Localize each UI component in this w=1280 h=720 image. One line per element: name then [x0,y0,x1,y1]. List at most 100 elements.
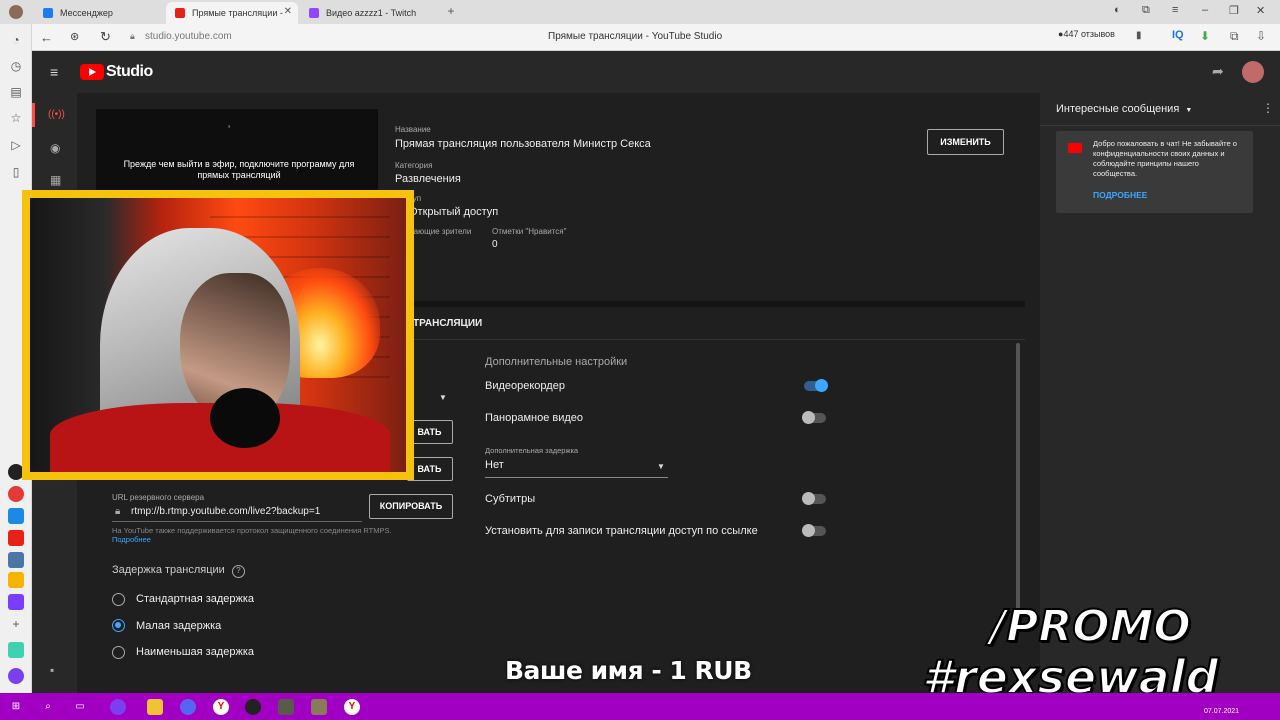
browser-tab-bar: Мессенджер Прямые трансляции - ✕ Видео a… [0,0,1280,24]
youtube-icon [1068,143,1082,153]
latency-low-radio[interactable] [112,619,125,632]
category-label: Категория [395,161,433,170]
360-video-label: Панорамное видео [485,412,584,424]
window-controls: ◐ ⧉ ≡ – ❐ ✕ [1110,4,1270,20]
windows-taskbar: ⊞ ⌕ ▭ Y Y 07.07.2021 [0,693,1280,720]
discord-icon[interactable] [180,699,196,715]
reviews-badge[interactable]: ●447 отзывов [1058,29,1115,39]
clock-date: 07.07.2021 [1204,708,1240,715]
stream-live-icon[interactable]: ((•)) [48,109,65,120]
more-link[interactable]: Подробнее [112,535,151,544]
bookmark-panel-icon[interactable]: ⧉ [1142,4,1150,17]
task-view-icon[interactable]: ▭ [72,699,88,715]
dropdown-arrow-icon[interactable]: ▼ [439,393,447,402]
latency-ultralow-radio[interactable] [112,646,125,659]
messenger-app-icon[interactable] [8,594,24,610]
download-extension-icon[interactable]: ⬇ [1200,29,1210,43]
main-scrollbar[interactable] [1016,343,1020,623]
dvr-toggle[interactable] [804,379,828,392]
chat-more-link[interactable]: ПОДРОБНЕЕ [1093,190,1147,200]
lock-icon: 🔒︎ [130,31,135,41]
collections-icon[interactable]: ▤ [8,84,24,100]
minimize-icon[interactable]: – [1202,4,1208,16]
yandex-browser-icon[interactable]: Y [213,699,229,715]
extra-settings-title: Дополнительные настройки [485,356,628,368]
backup-url-value[interactable]: rtmp://b.rtmp.youtube.com/live2?backup=1 [131,506,320,517]
yandex-taskbar-icon[interactable]: Y [344,699,360,715]
copy-backup-button[interactable]: КОПИРОВАТЬ [369,494,453,519]
music-app-icon[interactable] [8,642,24,658]
unlisted-label: Установить для записи трансляции доступ … [485,525,758,537]
tab-messenger[interactable]: Мессенджер [34,2,164,24]
caret-down-icon: ▼ [1185,107,1193,114]
obs-taskbar-icon[interactable] [245,699,261,715]
alice-app-icon[interactable] [8,668,24,684]
delay-select[interactable]: Нет [485,459,504,471]
calendar-icon[interactable]: ▦ [50,173,61,187]
edit-button[interactable]: ИЗМЕНИТЬ [927,129,1004,155]
hamburger-menu-icon[interactable]: ≡ [50,64,58,80]
studio-logo-text: Studio [106,63,153,80]
close-tab-icon[interactable]: ✕ [284,6,292,17]
app-icon-2[interactable] [311,699,327,715]
subtitles-toggle[interactable] [802,492,826,505]
webcam-overlay [22,190,414,480]
latency-standard-radio[interactable] [112,593,125,606]
tab-twitch[interactable]: Видео azzzz1 - Twitch [300,2,440,24]
delay-chevron-down-icon[interactable]: ▼ [657,462,665,471]
alice-taskbar-icon[interactable] [110,699,126,715]
close-window-icon[interactable]: ✕ [1256,4,1265,17]
maximize-icon[interactable]: ❐ [1229,4,1239,17]
media-icon[interactable]: ▷ [8,137,24,153]
preview-message: Прежде чем выйти в эфир, подключите прог… [123,159,355,180]
latency-title: Задержка трансляции ? [112,564,245,578]
tab-youtube-studio[interactable]: Прямые трансляции - ✕ [166,2,298,24]
more-vert-icon[interactable]: ⋮ [1262,101,1274,115]
protect-icon[interactable]: ⊛ [70,30,79,43]
youtube-logo-icon[interactable] [80,64,104,80]
channel-avatar[interactable] [1242,61,1264,83]
help-icon[interactable]: ? [231,565,245,578]
notes-icon[interactable]: ▯ [8,164,24,180]
360-video-toggle[interactable] [802,411,826,424]
iq-extension-icon[interactable]: IQ [1172,29,1184,41]
url-text[interactable]: studio.youtube.com [145,31,232,42]
explorer-icon[interactable] [147,699,163,715]
download-icon[interactable]: ⇩ [1256,29,1266,43]
new-tab-button[interactable]: + [444,4,458,18]
microphone [210,388,280,448]
favorites-icon[interactable]: ☆ [8,110,24,126]
latency-standard-label: Стандартная задержка [136,593,255,605]
title-label: Название [395,125,431,134]
add-app-icon[interactable]: + [8,616,24,632]
windows-start-icon[interactable]: ⊞ [8,699,24,715]
app-icon-1[interactable] [278,699,294,715]
market-app-icon[interactable] [8,508,24,524]
webcam-icon[interactable]: ◉ [50,141,60,155]
maps-app-icon[interactable] [8,486,24,502]
unlisted-toggle[interactable] [802,524,826,537]
youtube-app-icon[interactable] [8,530,24,546]
likes-label: Отметки "Нравится" [492,227,567,236]
reload-icon[interactable]: ↻ [100,29,111,45]
spinner-icon: ʼ [228,125,231,136]
share-icon[interactable]: ➦ [1212,63,1224,80]
chat-mode-dropdown[interactable]: Интересные сообщения ▼ [1056,103,1192,115]
extensions-icon[interactable]: ⧉ [1230,29,1239,44]
downloads-icon[interactable]: ◐ [1114,4,1121,16]
subtitles-label: Субтитры [485,493,536,505]
alerts-icon[interactable]: ◔ [8,32,24,48]
history-icon[interactable]: ◷ [8,58,24,74]
profile-avatar[interactable] [9,5,23,19]
vk-app-icon[interactable] [8,552,24,568]
back-icon[interactable]: ← [40,30,53,45]
search-icon[interactable]: ⌕ [40,699,56,715]
menu-icon[interactable]: ≡ [1172,4,1178,16]
feedback-icon[interactable]: ▪ [50,663,54,677]
bookmark-icon[interactable]: ▮ [1136,30,1142,41]
mail-app-icon[interactable] [8,572,24,588]
likes-value: 0 [492,239,498,250]
lock-icon: 🔒︎ [115,506,121,517]
screen: Мессенджер Прямые трансляции - ✕ Видео a… [0,0,1280,720]
webcam-feed [30,198,406,472]
